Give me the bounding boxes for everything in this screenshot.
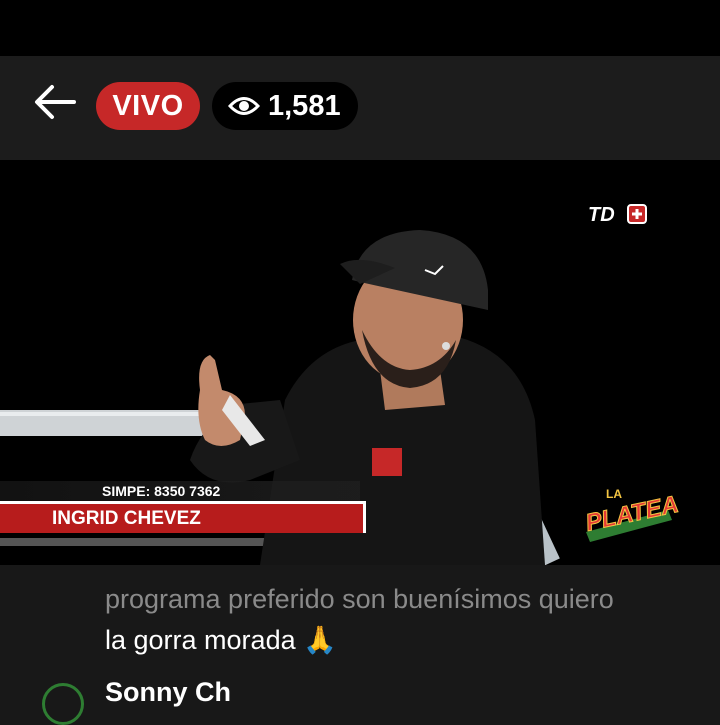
live-badge: VIVO [96, 82, 200, 130]
back-button[interactable] [30, 82, 80, 122]
viewer-count-badge: 1,581 [212, 82, 358, 130]
svg-text:TD: TD [588, 204, 615, 226]
viewer-count: 1,581 [268, 89, 341, 122]
show-logo: LA PLATEA [580, 480, 681, 548]
stream-header: VIVO 1,581 [0, 56, 720, 160]
video-player[interactable]: TD SIMPE: 8350 7362 INGRID CHEVEZ LA PLA… [0, 160, 720, 565]
chat-panel: programa preferido son buenísimos quiero… [0, 565, 720, 725]
lower-third-name-text: INGRID CHEVEZ [52, 507, 201, 529]
chat-message: programa preferido son buenísimos quiero… [105, 579, 685, 661]
svg-text:LA: LA [606, 487, 622, 501]
status-bar [0, 0, 720, 56]
avatar[interactable] [42, 683, 84, 725]
arrow-left-icon [35, 85, 76, 119]
chat-message-line-2: la gorra morada 🙏 [105, 625, 337, 655]
lower-third-subtitle: SIMPE: 8350 7362 [0, 481, 360, 501]
channel-logo: TD [588, 202, 650, 226]
chat-author-name: Sonny Ch [105, 677, 231, 707]
lower-third-name: INGRID CHEVEZ [0, 501, 366, 533]
eye-icon [228, 97, 260, 115]
lower-third-sub-text: SIMPE: 8350 7362 [102, 483, 221, 499]
chat-message-line-1: programa preferido son buenísimos quiero [105, 584, 614, 614]
live-label: VIVO [112, 89, 184, 122]
